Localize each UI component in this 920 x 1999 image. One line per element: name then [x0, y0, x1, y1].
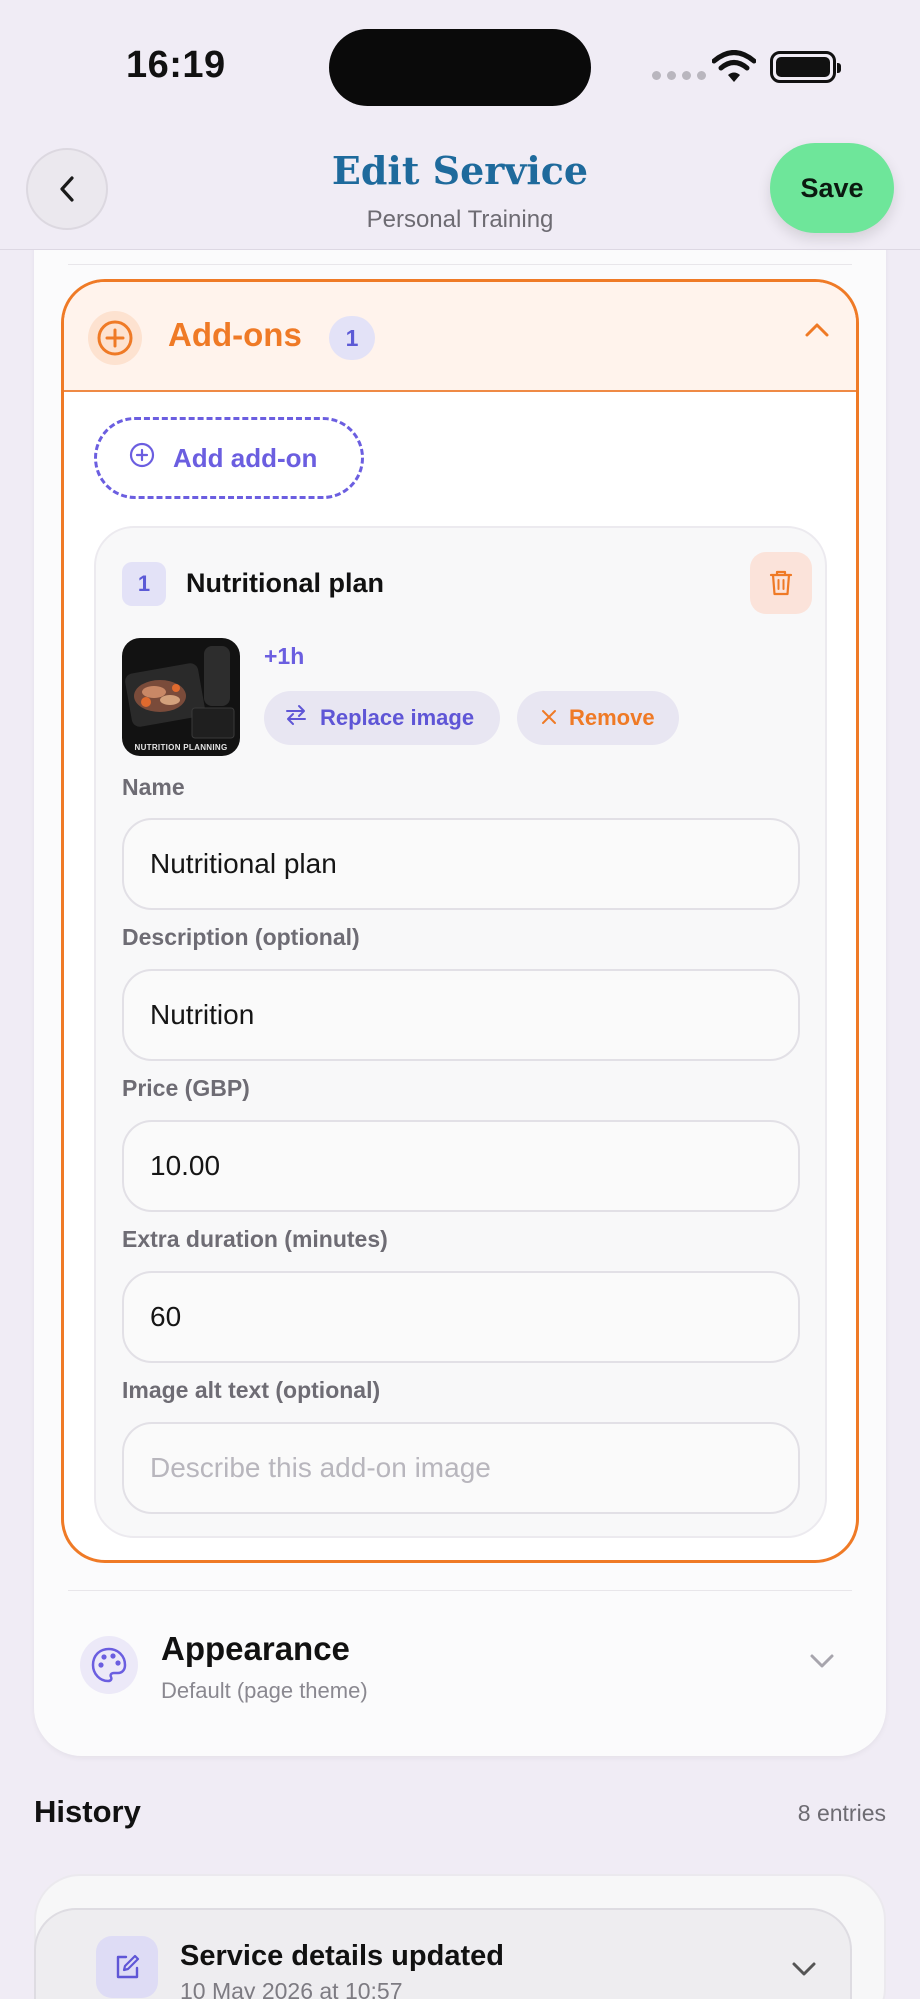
replace-image-button[interactable]: Replace image [264, 691, 500, 745]
divider [68, 264, 852, 265]
history-entry-date: 10 May 2026 at 10:57 [180, 1978, 403, 1999]
addon-index-badge: 1 [122, 562, 166, 606]
edit-icon [96, 1936, 158, 1998]
remove-image-button[interactable]: Remove [517, 691, 679, 745]
addons-count-badge: 1 [329, 316, 375, 360]
battery-icon [770, 51, 841, 83]
price-field-label: Price (GBP) [122, 1075, 250, 1101]
addon-image-caption: NUTRITION PLANNING [134, 743, 228, 752]
dynamic-island [329, 29, 591, 106]
addons-section: Add-ons 1 Add add-on 1 Nutritional plan [61, 279, 859, 1563]
add-addon-button[interactable]: Add add-on [94, 417, 364, 499]
addon-heading: Nutritional plan [186, 568, 384, 598]
palette-icon [80, 1636, 138, 1694]
swap-icon [284, 704, 308, 732]
name-field[interactable]: Nutritional plan [122, 818, 800, 910]
plus-circle-icon [88, 311, 142, 365]
alt-text-field[interactable]: Describe this add-on image [122, 1422, 800, 1514]
duration-field-label: Extra duration (minutes) [122, 1226, 388, 1252]
chevron-up-icon[interactable] [802, 320, 832, 345]
delete-addon-button[interactable] [750, 552, 812, 614]
replace-image-label: Replace image [320, 705, 475, 730]
close-icon [541, 705, 557, 731]
add-addon-label: Add add-on [173, 442, 318, 473]
status-bar: 16:19 [0, 0, 920, 130]
name-field-label: Name [122, 774, 185, 800]
addon-image: NUTRITION PLANNING [122, 638, 240, 756]
divider [68, 1590, 852, 1591]
chevron-down-icon[interactable] [790, 1960, 818, 1983]
chevron-down-icon[interactable] [808, 1652, 836, 1675]
trash-icon [769, 570, 793, 596]
alt-text-field-label: Image alt text (optional) [122, 1377, 381, 1403]
appearance-title[interactable]: Appearance [161, 1630, 350, 1668]
price-field[interactable]: 10.00 [122, 1120, 800, 1212]
history-entry-title: Service details updated [180, 1940, 504, 1972]
addon-duration-tag: +1h [264, 643, 305, 669]
remove-image-label: Remove [569, 705, 655, 730]
description-field-label: Description (optional) [122, 924, 360, 950]
history-count: 8 entries [797, 1800, 886, 1826]
wifi-icon [711, 50, 757, 89]
plus-circle-icon [129, 442, 155, 475]
addons-title: Add-ons [168, 316, 302, 353]
save-button[interactable]: Save [770, 143, 894, 233]
duration-field[interactable]: 60 [122, 1271, 800, 1363]
description-field[interactable]: Nutrition [122, 969, 800, 1061]
status-time: 16:19 [126, 44, 226, 86]
appearance-subtitle: Default (page theme) [161, 1678, 368, 1703]
history-title: History [34, 1794, 141, 1829]
addons-section-header[interactable]: Add-ons 1 [64, 282, 856, 392]
top-nav-bar: Edit Service Personal Training Save [0, 130, 920, 250]
addon-item-card: 1 Nutritional plan NUTRITION PLANNING +1… [94, 526, 827, 1538]
cellular-signal-icon [652, 71, 706, 80]
